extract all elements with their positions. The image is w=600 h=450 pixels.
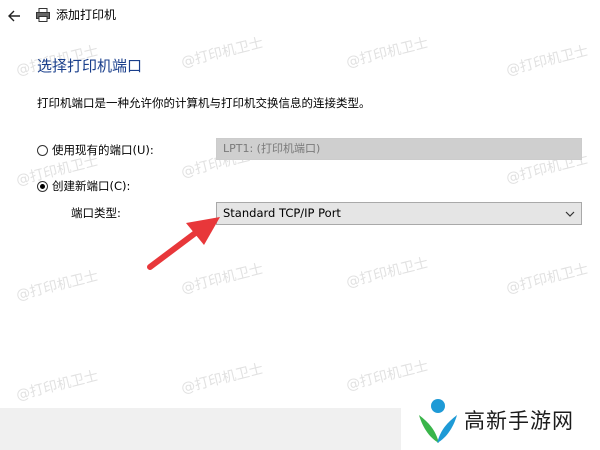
port-type-label: 端口类型: [71,206,121,220]
site-badge: 高新手游网 [401,390,600,450]
port-type-dropdown[interactable]: Standard TCP/IP Port [216,202,582,225]
badge-text: 高新手游网 [464,409,574,433]
watermark: @打印机卫士 [504,43,590,79]
create-new-port-option[interactable]: 创建新端口(C): [37,178,130,194]
watermark: @打印机卫士 [344,255,430,291]
watermark: @打印机卫士 [344,35,430,71]
port-type-value: Standard TCP/IP Port [223,206,341,220]
use-existing-port-radio[interactable] [37,144,48,156]
create-new-port-radio[interactable] [37,180,48,192]
red-arrow-icon [147,217,220,270]
watermark: @打印机卫士 [504,261,590,297]
watermark: @打印机卫士 [14,368,100,404]
brand-logo-icon [419,399,457,443]
window-title: 添加打印机 [56,8,117,22]
watermark: @打印机卫士 [179,361,265,397]
watermark: @打印机卫士 [179,35,265,71]
back-button[interactable] [6,7,24,25]
title-bar: 添加打印机 [0,0,600,32]
watermark: @打印机卫士 [14,268,100,304]
back-arrow-icon [8,10,20,22]
watermark: @打印机卫士 [344,358,430,394]
existing-port-dropdown: LPT1: (打印机端口) [216,138,582,160]
create-new-port-label: 创建新端口(C): [52,179,131,193]
use-existing-port-option[interactable]: 使用现有的端口(U): [37,142,154,158]
use-existing-port-label: 使用现有的端口(U): [52,143,154,157]
page-heading: 选择打印机端口 [37,57,143,75]
printer-icon [35,7,51,23]
chevron-down-icon [565,211,575,217]
page-description: 打印机端口是一种允许你的计算机与打印机交换信息的连接类型。 [37,96,371,110]
